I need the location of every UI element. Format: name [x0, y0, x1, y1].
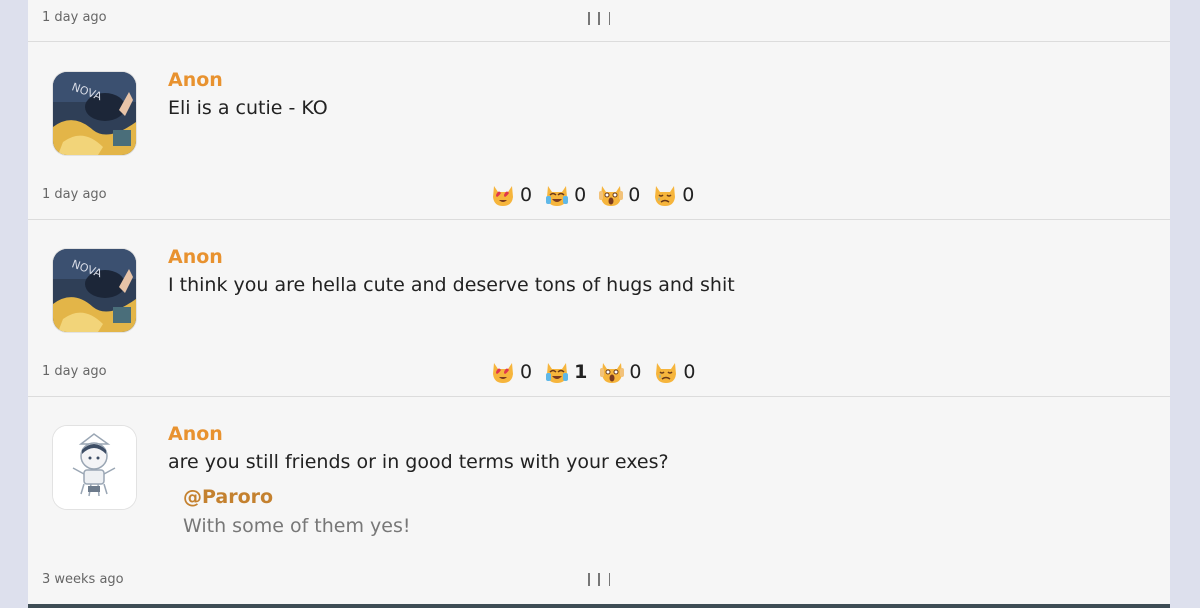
avatar[interactable]: NOVA: [53, 72, 136, 155]
reactions-bar: 0 1 0 0: [490, 359, 708, 385]
author-name[interactable]: Anon: [168, 423, 223, 445]
author-name[interactable]: Anon: [168, 69, 223, 91]
reaction-count: 0: [682, 184, 695, 206]
feed-item: Anon are you still friends or in good te…: [28, 397, 1170, 604]
answers-feed: 1 day ago NOVA Anon Eli is a cutie - KO …: [28, 0, 1170, 604]
reaction-count: 0: [520, 361, 533, 383]
reaction-count: 1: [574, 361, 588, 383]
reactions-toggle-icon[interactable]: [588, 12, 610, 25]
message-text: I think you are hella cute and deserve t…: [168, 274, 735, 296]
author-name[interactable]: Anon: [168, 246, 223, 268]
scream-cat-icon[interactable]: [598, 183, 624, 207]
reaction-joy[interactable]: 1: [544, 360, 587, 384]
reaction-crying[interactable]: 0: [653, 360, 696, 384]
reaction-count: 0: [520, 184, 533, 206]
joy-cat-icon[interactable]: [544, 360, 570, 384]
timestamp[interactable]: 1 day ago: [42, 364, 107, 379]
avatar[interactable]: [53, 426, 136, 509]
joy-cat-icon[interactable]: [544, 183, 570, 207]
crying-cat-icon[interactable]: [652, 183, 678, 207]
reaction-heart-eyes[interactable]: 0: [490, 360, 532, 384]
feed-item-footer: 1 day ago: [28, 0, 1170, 42]
scream-cat-icon[interactable]: [599, 360, 625, 384]
reaction-scream[interactable]: 0: [598, 183, 640, 207]
reactions-toggle-icon[interactable]: [588, 573, 610, 586]
timestamp[interactable]: 3 weeks ago: [42, 572, 124, 587]
reaction-count: 0: [574, 184, 587, 206]
timestamp[interactable]: 1 day ago: [42, 10, 107, 25]
crying-cat-icon[interactable]: [653, 360, 679, 384]
reactions-bar: 0 0 0 0: [490, 182, 706, 208]
feed-item: NOVA Anon Eli is a cutie - KO 1 day ago …: [28, 43, 1170, 220]
reaction-count: 0: [628, 184, 641, 206]
reaction-count: 0: [629, 361, 642, 383]
heart-eyes-cat-icon[interactable]: [490, 360, 516, 384]
timestamp[interactable]: 1 day ago: [42, 187, 107, 202]
reaction-scream[interactable]: 0: [599, 360, 641, 384]
reaction-heart-eyes[interactable]: 0: [490, 183, 532, 207]
heart-eyes-cat-icon[interactable]: [490, 183, 516, 207]
feed-item: NOVA Anon I think you are hella cute and…: [28, 220, 1170, 397]
bottom-divider: [28, 604, 1170, 608]
reply-username[interactable]: @Paroro: [183, 486, 273, 508]
reaction-crying[interactable]: 0: [652, 183, 694, 207]
message-text: are you still friends or in good terms w…: [168, 451, 669, 473]
reply-text: With some of them yes!: [183, 515, 411, 537]
reaction-joy[interactable]: 0: [544, 183, 586, 207]
reaction-count: 0: [683, 361, 696, 383]
avatar[interactable]: NOVA: [53, 249, 136, 332]
message-text: Eli is a cutie - KO: [168, 97, 328, 119]
